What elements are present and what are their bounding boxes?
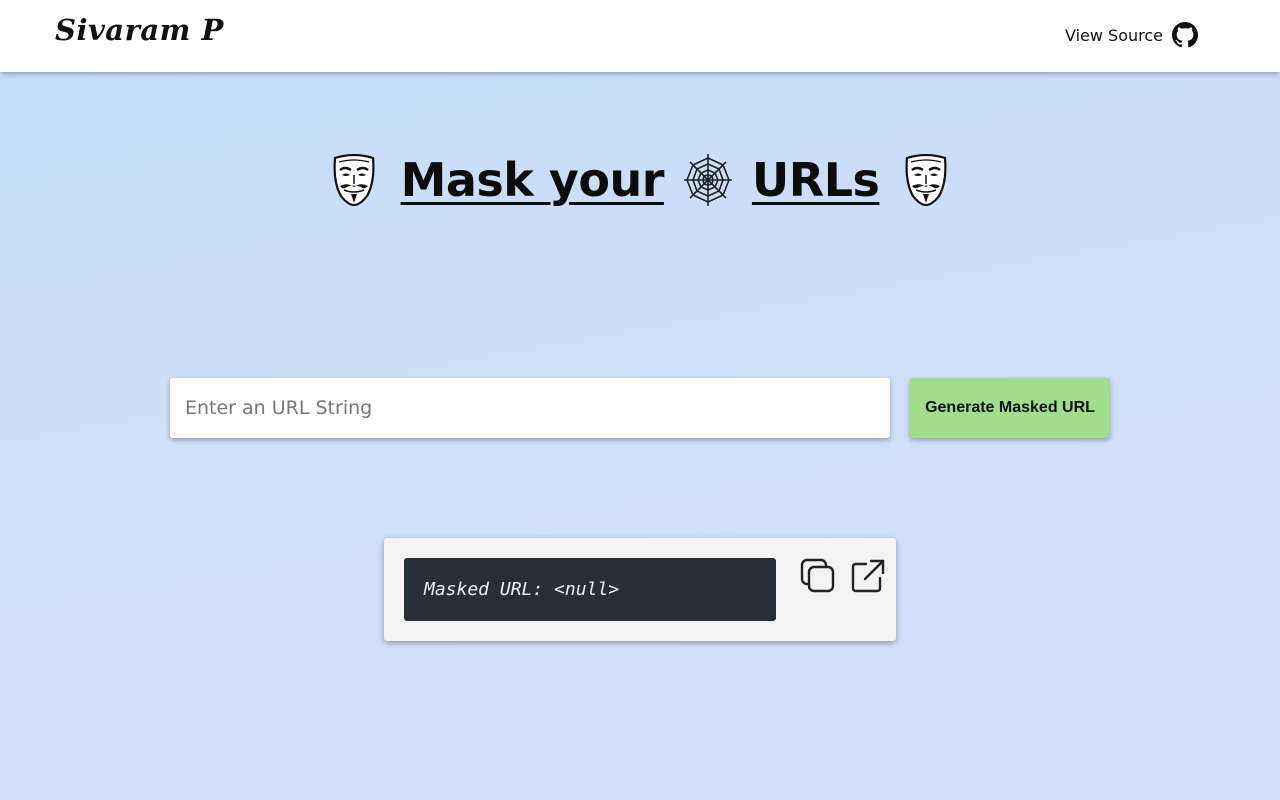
view-source-link[interactable]: View Source <box>1065 22 1198 48</box>
external-link-icon <box>850 558 886 594</box>
open-url-button[interactable] <box>850 558 886 594</box>
github-icon <box>1172 22 1198 48</box>
generate-masked-url-button[interactable]: Generate Masked URL <box>910 378 1110 438</box>
url-input[interactable] <box>170 378 890 438</box>
result-card: Masked URL: <null> <box>384 538 896 641</box>
masked-url-text: Masked URL: <null> <box>424 579 620 600</box>
guy-fawkes-mask-icon <box>331 154 377 206</box>
hero-title-part1: Mask your <box>400 153 665 207</box>
brand-logo[interactable]: Sivaram P <box>55 13 224 47</box>
copy-button[interactable] <box>800 558 836 594</box>
hero-title-part2: URLs <box>751 153 880 207</box>
copy-icon <box>800 558 836 594</box>
navbar: Sivaram P View Source <box>0 0 1280 72</box>
hero-title-link[interactable]: Mask your URLs <box>401 152 880 208</box>
view-source-label: View Source <box>1064 25 1163 45</box>
spider-web-icon <box>664 152 752 208</box>
hero-title-row: Mask your URLs <box>0 152 1280 208</box>
masked-url-output: Masked URL: <null> <box>404 558 776 621</box>
guy-fawkes-mask-icon <box>903 154 949 206</box>
